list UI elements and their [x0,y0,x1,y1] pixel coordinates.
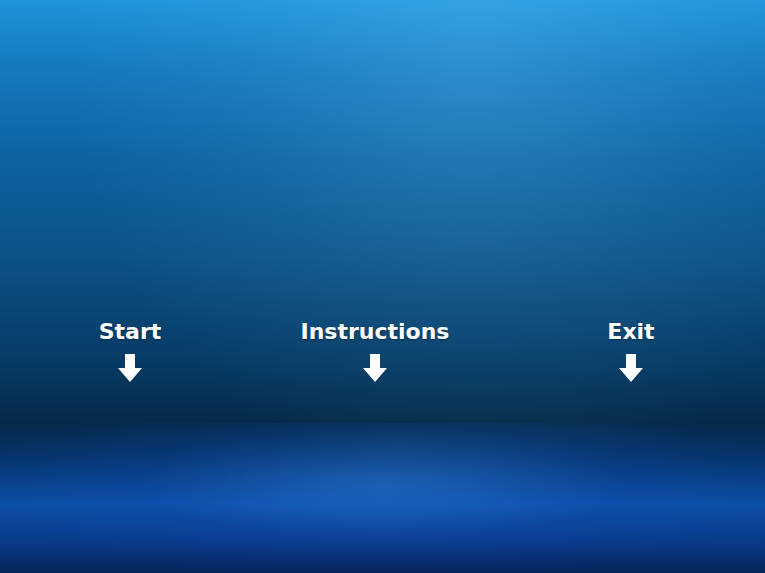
menu-label[interactable]: Start [99,318,162,346]
menu: Start Instructions Exit [0,0,765,382]
down-arrow-icon [118,354,142,382]
menu-item[interactable]: Instructions [275,318,475,382]
menu-item[interactable]: Exit [531,318,731,382]
light-rays [0,0,765,573]
menu-item[interactable]: Start [30,318,230,382]
down-arrow-icon [363,354,387,382]
menu-screen: Start Instructions Exit [0,0,765,573]
floor-glow [0,423,765,573]
menu-label[interactable]: Instructions [301,318,450,346]
down-arrow-icon [619,354,643,382]
menu-label[interactable]: Exit [607,318,654,346]
